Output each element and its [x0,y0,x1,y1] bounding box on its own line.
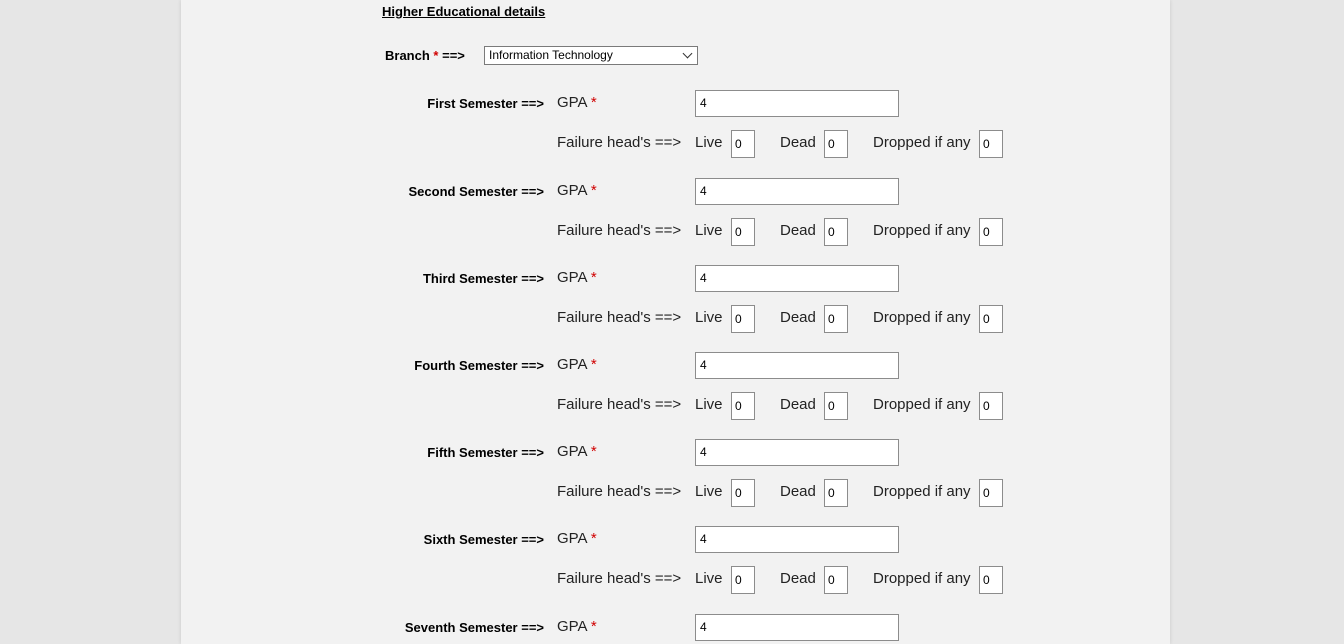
failure-heads-label: Failure head's ==> [557,309,682,326]
semester-label: Sixth Semester ==> [423,532,544,547]
dropped-label: Dropped if any [873,570,971,587]
semester-row-1: First Semester ==> GPA * 4 Failure head'… [0,90,1344,178]
dead-label: Dead [780,309,816,326]
required-mark: * [590,618,597,635]
semester-row-5: Fifth Semester ==> GPA * 4 Failure head'… [0,439,1344,527]
live-input[interactable]: 0 [731,218,755,246]
dead-label: Dead [780,222,816,239]
dead-input[interactable]: 0 [824,305,848,333]
dropped-input[interactable]: 0 [979,218,1003,246]
failure-heads-label: Failure head's ==> [557,570,682,587]
dead-input[interactable]: 0 [824,566,848,594]
semester-label: Fifth Semester ==> [427,445,544,460]
gpa-label: GPA * [557,182,597,199]
gpa-label-text: GPA [557,356,587,373]
dropped-label: Dropped if any [873,134,971,151]
branch-label-text: Branch [385,48,430,63]
live-label: Live [695,309,723,326]
required-mark: * [590,94,597,111]
gpa-label: GPA * [557,618,597,635]
semester-label: Fourth Semester ==> [414,358,544,373]
gpa-input[interactable]: 4 [695,614,899,641]
semester-row-7: Seventh Semester ==> GPA * 4 [0,614,1344,644]
live-input[interactable]: 0 [731,479,755,507]
live-input[interactable]: 0 [731,392,755,420]
semester-label: Third Semester ==> [422,271,544,286]
gpa-label-text: GPA [557,94,587,111]
gpa-label-text: GPA [557,530,587,547]
gpa-input[interactable]: 4 [695,439,899,466]
dead-input[interactable]: 0 [824,218,848,246]
semester-label: First Semester ==> [427,96,544,111]
gpa-label: GPA * [557,530,597,547]
live-label: Live [695,396,723,413]
live-label: Live [695,222,723,239]
required-mark: * [590,356,597,373]
required-mark: * [590,182,597,199]
chevron-down-icon [682,48,693,59]
failure-heads-label: Failure head's ==> [557,483,682,500]
failure-heads-label: Failure head's ==> [557,222,682,239]
semester-row-2: Second Semester ==> GPA * 4 Failure head… [0,178,1344,266]
gpa-input[interactable]: 4 [695,265,899,292]
live-input[interactable]: 0 [731,130,755,158]
gpa-label: GPA * [557,94,597,111]
live-label: Live [695,483,723,500]
semester-label: Seventh Semester ==> [404,620,544,635]
dead-input[interactable]: 0 [824,479,848,507]
semester-row-6: Sixth Semester ==> GPA * 4 Failure head'… [0,526,1344,614]
required-mark: * [433,48,439,63]
semester-label: Second Semester ==> [408,184,545,199]
required-mark: * [590,530,597,547]
failure-heads-label: Failure head's ==> [557,396,682,413]
dropped-label: Dropped if any [873,222,971,239]
dropped-label: Dropped if any [873,309,971,326]
gpa-input[interactable]: 4 [695,526,899,553]
live-label: Live [695,134,723,151]
dead-label: Dead [780,483,816,500]
dropped-input[interactable]: 0 [979,305,1003,333]
live-label: Live [695,570,723,587]
live-input[interactable]: 0 [731,305,755,333]
section-title: Higher Educational details [382,4,546,19]
dropped-label: Dropped if any [873,483,971,500]
dead-input[interactable]: 0 [824,130,848,158]
branch-selected-value: Information Technology [489,48,613,62]
semester-row-4: Fourth Semester ==> GPA * 4 Failure head… [0,352,1344,440]
gpa-label-text: GPA [557,269,587,286]
dropped-input[interactable]: 0 [979,130,1003,158]
gpa-label-text: GPA [557,182,587,199]
gpa-label-text: GPA [557,443,587,460]
gpa-input[interactable]: 4 [695,352,899,379]
gpa-label: GPA * [557,356,597,373]
dropped-label: Dropped if any [873,396,971,413]
semester-row-3: Third Semester ==> GPA * 4 Failure head'… [0,265,1344,353]
gpa-input[interactable]: 4 [695,90,899,117]
dead-label: Dead [780,570,816,587]
required-mark: * [590,443,597,460]
dropped-input[interactable]: 0 [979,392,1003,420]
branch-label: Branch * ==> [385,48,465,63]
required-mark: * [590,269,597,286]
dropped-input[interactable]: 0 [979,566,1003,594]
branch-select[interactable]: Information Technology [484,46,698,65]
dead-label: Dead [780,396,816,413]
gpa-label: GPA * [557,269,597,286]
failure-heads-label: Failure head's ==> [557,134,682,151]
branch-arrow: ==> [442,48,465,63]
gpa-input[interactable]: 4 [695,178,899,205]
dropped-input[interactable]: 0 [979,479,1003,507]
gpa-label-text: GPA [557,618,587,635]
dead-input[interactable]: 0 [824,392,848,420]
gpa-label: GPA * [557,443,597,460]
dead-label: Dead [780,134,816,151]
live-input[interactable]: 0 [731,566,755,594]
